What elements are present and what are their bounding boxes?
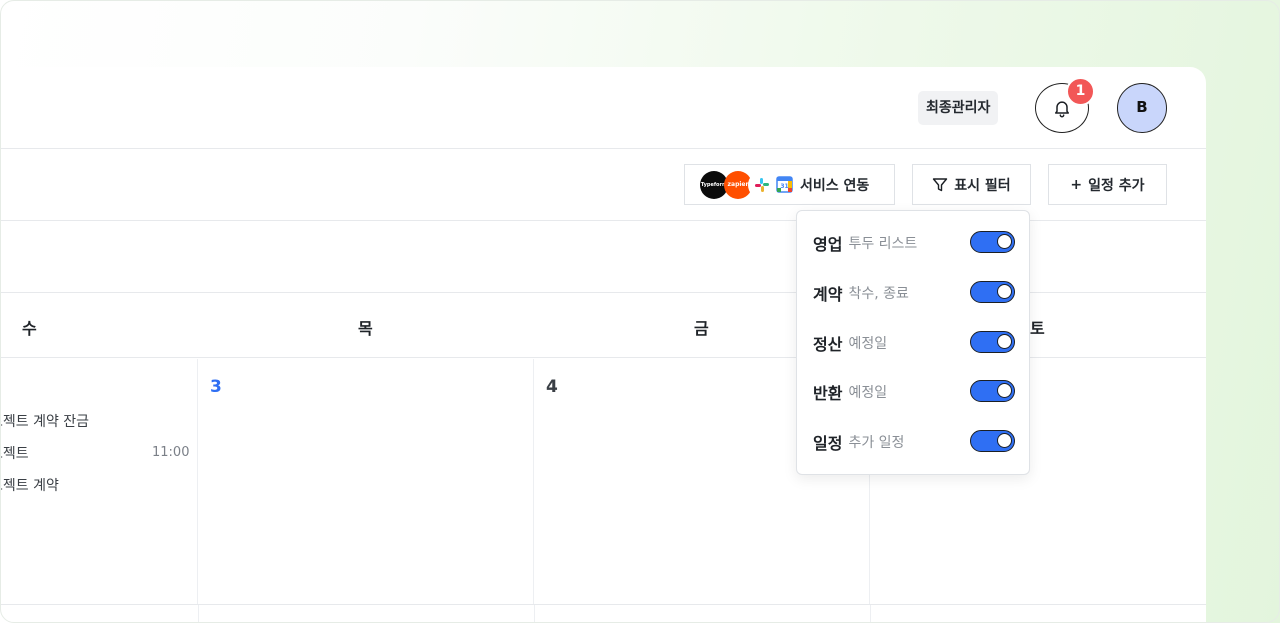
- filter-toggle-sales[interactable]: [970, 231, 1015, 253]
- date-number: 4: [546, 377, 558, 397]
- filter-option-title: 영업: [813, 235, 843, 254]
- day-name-wed: 수: [22, 319, 37, 338]
- filter-option-title: 정산: [813, 335, 843, 354]
- notification-count-badge: 1: [1066, 77, 1095, 106]
- role-badge: 최종관리자: [918, 91, 999, 125]
- filter-option-sales: 영업 투두 리스트: [813, 228, 1015, 258]
- plus-icon: +: [1070, 176, 1083, 193]
- filter-option-contract: 계약 착수, 종료: [813, 278, 1015, 308]
- divider: [870, 605, 871, 623]
- toggle-knob: [997, 334, 1012, 349]
- toggle-knob: [997, 433, 1012, 448]
- toggle-knob: [997, 284, 1012, 299]
- filter-toggle-return[interactable]: [970, 380, 1015, 402]
- svg-text:31: 31: [780, 183, 788, 190]
- user-avatar[interactable]: B: [1117, 83, 1167, 133]
- event-time: 11:00: [152, 445, 190, 460]
- divider: [198, 605, 199, 623]
- filter-toggle-schedule[interactable]: [970, 430, 1015, 452]
- toggle-knob: [997, 234, 1012, 249]
- add-schedule-label: 일정 추가: [1088, 177, 1145, 194]
- filter-option-title: 계약: [813, 285, 843, 304]
- display-filter-button[interactable]: 표시 필터: [912, 164, 1031, 205]
- filter-option-schedule: 일정 추가 일정: [813, 427, 1015, 457]
- filter-option-return: 반환 예정일: [813, 377, 1015, 407]
- filter-option-subtitle: 착수, 종료: [848, 286, 909, 302]
- filter-option-title: 반환: [813, 384, 843, 403]
- filter-option-subtitle: 투두 리스트: [848, 236, 918, 252]
- day-name-fri: 금: [694, 319, 709, 338]
- filter-icon: [933, 177, 948, 191]
- filter-option-subtitle: 추가 일정: [848, 435, 905, 451]
- service-integration-label: 서비스 연동: [800, 177, 870, 194]
- display-filter-label: 표시 필터: [954, 177, 1011, 194]
- event-title: 로젝트: [0, 446, 29, 462]
- day-cell-thu[interactable]: 3: [198, 359, 534, 605]
- next-week-row: [0, 604, 1206, 623]
- calendar-event[interactable]: 로젝트 계약: [0, 475, 59, 495]
- filter-option-settlement: 정산 예정일: [813, 328, 1015, 358]
- calendar-event[interactable]: 로젝트 계약 잔금: [0, 411, 89, 431]
- filter-option-title: 일정: [813, 434, 843, 453]
- divider: [534, 605, 535, 623]
- filter-toggle-settlement[interactable]: [970, 331, 1015, 353]
- filter-option-subtitle: 예정일: [848, 336, 888, 352]
- event-title: 로젝트 계약: [0, 478, 59, 494]
- day-cell-wed[interactable]: 로젝트 계약 잔금 로젝트 11:00 로젝트 계약: [0, 359, 198, 605]
- toggle-knob: [997, 383, 1012, 398]
- service-logos: Typeform zapier 31: [700, 170, 798, 199]
- service-integration-button[interactable]: Typeform zapier 31 서비스 연동: [684, 164, 895, 205]
- day-name-thu: 목: [358, 319, 373, 338]
- google-calendar-logo-icon: 31: [770, 170, 798, 199]
- event-title: 로젝트 계약 잔금: [0, 414, 90, 430]
- day-name-sat: 토: [1030, 319, 1045, 338]
- filter-option-subtitle: 예정일: [848, 385, 888, 401]
- top-header: 최종관리자 1 B: [0, 67, 1206, 149]
- filter-toggle-contract[interactable]: [970, 281, 1015, 303]
- display-filter-dropdown: 영업 투두 리스트 계약 착수, 종료 정산 예정일 반환 예정일 일정 추가 …: [796, 210, 1030, 475]
- calendar-event[interactable]: 로젝트: [0, 443, 29, 463]
- add-schedule-button[interactable]: + 일정 추가: [1048, 164, 1167, 205]
- date-number-today: 3: [210, 377, 222, 397]
